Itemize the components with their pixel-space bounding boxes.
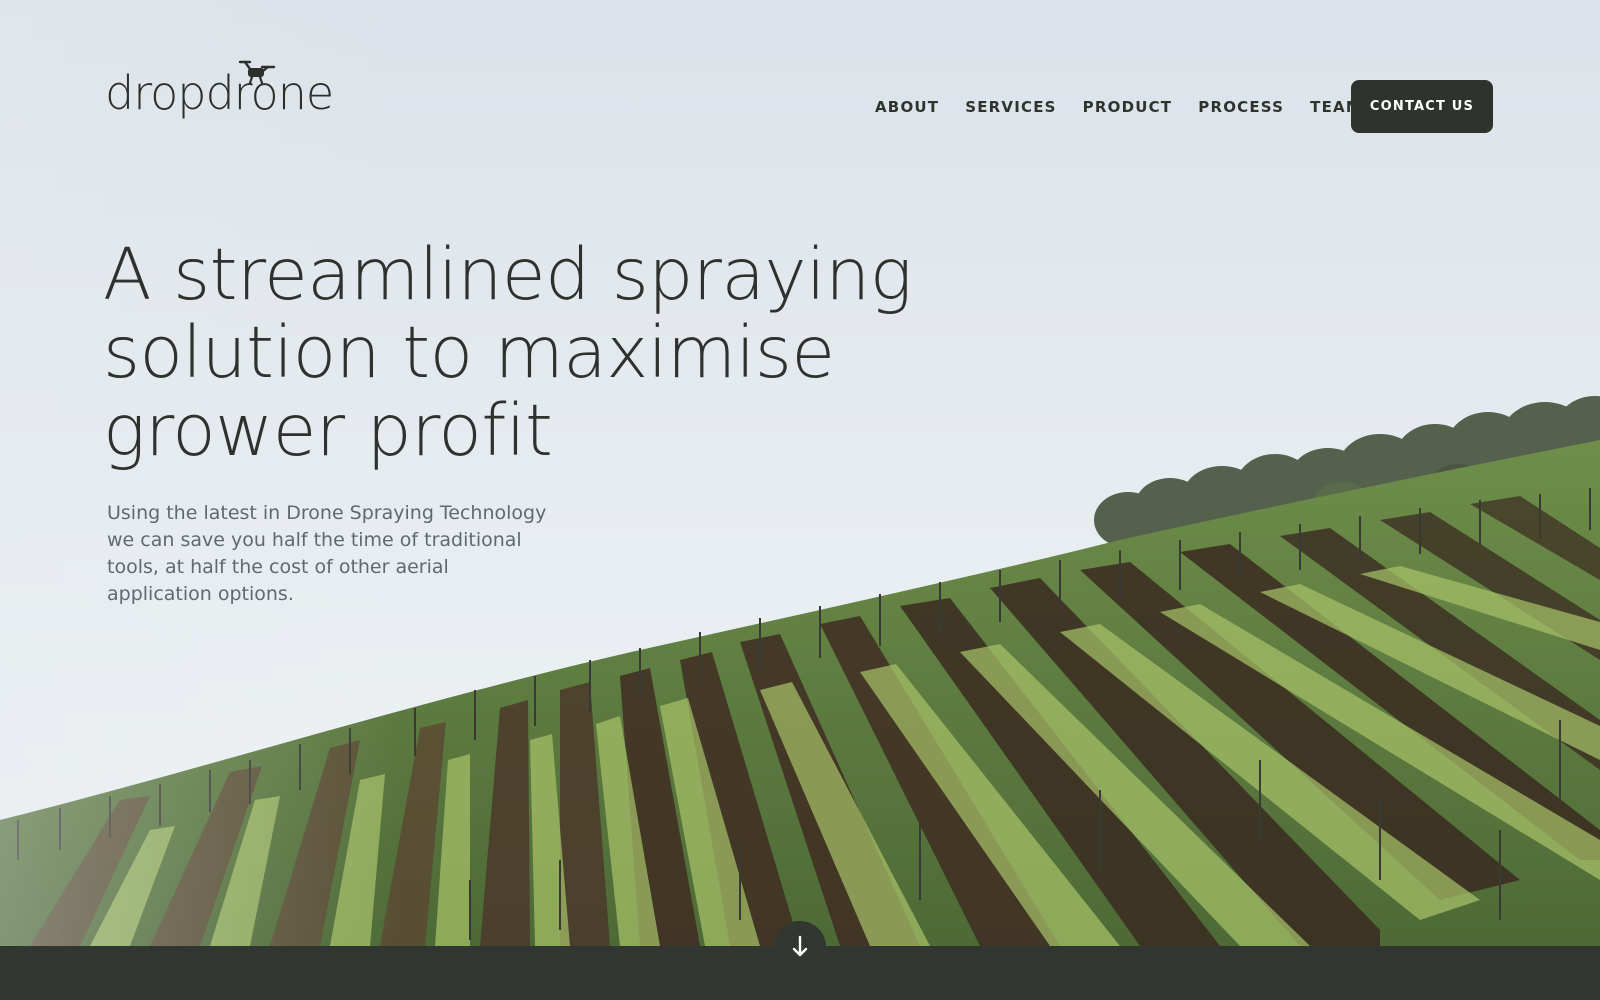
site-header: dropdrone ABOUT SERVICES PRODUCT PROCESS… (0, 0, 1600, 200)
scroll-down-button[interactable] (774, 921, 826, 973)
nav-link-services[interactable]: SERVICES (965, 97, 1056, 119)
logo-text: dropdrone (105, 66, 334, 120)
main-nav: ABOUT SERVICES PRODUCT PROCESS TEAM (875, 97, 1388, 119)
brand-logo[interactable]: dropdrone (105, 58, 334, 130)
landing-page: dropdrone ABOUT SERVICES PRODUCT PROCESS… (0, 0, 1600, 1000)
hero-title-line-2: solution to maximise (103, 311, 835, 394)
arrow-down-icon (792, 935, 808, 957)
nav-link-product[interactable]: PRODUCT (1083, 97, 1173, 119)
hero-subtitle: Using the latest in Drone Spraying Techn… (107, 502, 547, 605)
contact-us-button[interactable]: CONTACT US (1351, 80, 1493, 133)
nav-link-about[interactable]: ABOUT (875, 97, 939, 119)
hero-title-line-1: A streamlined spraying (103, 233, 912, 316)
hero-title-line-3: grower profit (103, 389, 553, 472)
nav-link-process[interactable]: PROCESS (1198, 97, 1284, 119)
hero-title: A streamlined spraying solution to maxim… (103, 236, 963, 470)
